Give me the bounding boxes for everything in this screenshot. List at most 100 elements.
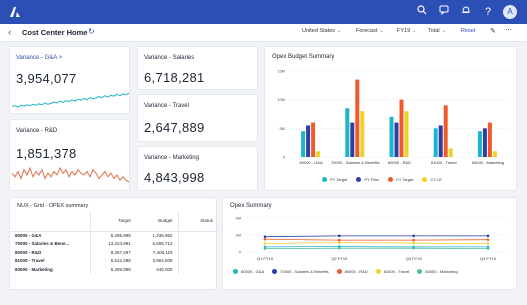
table-row[interactable]: 70000 - Salaries & Bene... 13,224,991 6,…: [10, 239, 218, 249]
kpi-card-variance-marketing[interactable]: Variance - Marketing 4,843,998: [137, 146, 258, 191]
bar: [316, 151, 321, 157]
x-tick-label: Q1 FY19: [257, 256, 274, 261]
data-point: [412, 234, 415, 238]
chart-title: Opex Summary: [230, 203, 272, 209]
cell-target[interactable]: 9,257,497: [89, 248, 136, 257]
series-line: [264, 235, 488, 238]
reset-button[interactable]: Reset: [461, 28, 475, 34]
opex-budget-summary-card: Opex Budget Summary 0 5M 10M 15M 60000 - G&A…: [264, 46, 517, 191]
chevron-down-icon: ⌄: [337, 28, 342, 34]
more-options-icon[interactable]: ⋯: [505, 26, 512, 34]
opex-grid-card: NUX - Grid - OPEX summary Target Budget …: [9, 197, 218, 290]
kpi-card-variance-rd[interactable]: Variance - R&D 1,851,378: [9, 119, 130, 191]
cell-budget[interactable]: 3,964,609: [136, 257, 178, 266]
x-tick-label: 83000 - Marketing: [472, 160, 504, 165]
data-point: [338, 241, 341, 244]
cell-target[interactable]: 5,289,998: [89, 265, 136, 274]
filter-country[interactable]: United States ⌄: [302, 28, 341, 34]
bar: [350, 122, 355, 157]
x-tick-label: 81000 - Travel: [431, 160, 457, 165]
legend-dot: [387, 177, 393, 182]
bar: [389, 116, 394, 157]
cell-target[interactable]: 5,285,998: [89, 231, 136, 240]
kpi-card-variance-ga[interactable]: Variance - G&A > 3,954,077: [9, 46, 130, 114]
sparkline-ga: [11, 92, 130, 108]
column-header[interactable]: Target: [89, 211, 136, 232]
bell-icon[interactable]: [459, 5, 473, 19]
legend-item-ga[interactable]: 60000 - G&A: [233, 269, 264, 274]
chevron-down-icon: ⌄: [441, 28, 446, 34]
cell-target[interactable]: 6,612,498: [89, 256, 136, 265]
data-point: [263, 237, 267, 241]
page-header: ‹ Cost Center Home ↻ United States ⌄ Fore…: [0, 24, 527, 42]
column-header: [10, 211, 90, 232]
y-tick-label: 5M: [279, 126, 285, 131]
y-tick-label: 15M: [277, 69, 285, 74]
cell-target[interactable]: 13,224,991: [89, 239, 136, 248]
kpi-value: 4,843,998: [144, 170, 205, 185]
column-header[interactable]: Budget: [135, 211, 178, 232]
data-point: [338, 246, 341, 250]
cell-status[interactable]: [177, 256, 218, 265]
filter-version[interactable]: Forecast ⌄: [356, 28, 384, 34]
filter-total[interactable]: Total ⌄: [428, 28, 446, 34]
chart-title: Opex Budget Summary: [272, 54, 335, 60]
chart-legend: PY Target PY Plan CY Target CY LE: [322, 177, 442, 182]
opex-budget-bar-chart: 0 5M 10M 15M 60000 - G&A 70000 - Salaries & B…: [277, 69, 510, 165]
help-icon[interactable]: ?: [481, 5, 495, 19]
kpi-value: 1,851,378: [16, 146, 77, 161]
kpi-value: 2,647,889: [144, 120, 205, 135]
page-title: Cost Center Home: [22, 28, 88, 37]
cell-budget[interactable]: 1,335,962: [136, 231, 178, 240]
legend-dot: [356, 177, 362, 182]
table-row[interactable]: 80000 - R&D 9,257,497 7,406,119: [10, 248, 218, 257]
chat-icon[interactable]: [437, 5, 451, 19]
legend-item-cy-target[interactable]: CY Target: [387, 177, 413, 182]
refresh-icon[interactable]: ↻: [88, 27, 95, 36]
kpi-value: 3,954,077: [16, 71, 77, 86]
column-header[interactable]: Status: [177, 211, 218, 232]
kpi-card-variance-travel[interactable]: Variance - Travel 2,647,889: [137, 94, 258, 142]
bar: [448, 148, 453, 157]
cell-status[interactable]: [177, 231, 218, 240]
legend-item-marketing[interactable]: 83000 - Marketing: [417, 269, 458, 274]
table-header-row: Target Budget Status: [10, 211, 218, 232]
data-point: [486, 234, 490, 238]
search-icon[interactable]: [415, 5, 429, 19]
x-tick-label: 60000 - G&A: [300, 160, 323, 165]
bar: [355, 79, 360, 157]
legend-dot: [422, 177, 428, 182]
anaplan-logo-icon[interactable]: [8, 5, 22, 19]
cell-status[interactable]: [177, 265, 218, 274]
x-tick-label: Q3 FY19: [406, 256, 423, 261]
legend-item-py-plan[interactable]: PY Plan: [356, 177, 379, 182]
bar: [399, 99, 404, 157]
cell-status[interactable]: [177, 248, 218, 257]
cell-budget[interactable]: 6,506,714: [136, 240, 178, 249]
kpi-title[interactable]: Variance - G&A >: [16, 55, 62, 61]
back-chevron-icon[interactable]: ‹: [8, 27, 11, 38]
cell-budget[interactable]: 7,406,119: [136, 248, 178, 257]
cell-budget[interactable]: 446,000: [136, 265, 178, 274]
legend-item-salaries[interactable]: 70000 - Salaries & Benefits: [272, 269, 329, 274]
cell-status[interactable]: [177, 239, 218, 248]
data-point: [338, 238, 341, 242]
avatar[interactable]: A: [503, 5, 517, 19]
kpi-value: 6,718,281: [144, 70, 205, 85]
edit-icon[interactable]: ✎: [490, 27, 496, 35]
table-row[interactable]: 81000 - Travel 6,612,498 3,964,609: [10, 256, 218, 266]
table-row[interactable]: 83000 - Marketing 5,289,998 446,000: [10, 265, 218, 274]
filter-year[interactable]: FY19 ⌄: [397, 28, 416, 34]
bar: [443, 105, 448, 157]
row-label: 60000 - G&A: [15, 233, 42, 238]
kpi-card-variance-salaries[interactable]: Variance - Salaries 6,718,281: [137, 46, 258, 90]
legend-item-rd[interactable]: 80000 - R&D: [336, 269, 368, 274]
legend-item-py-target[interactable]: PY Target: [322, 177, 347, 182]
x-tick-label: Q2 FY19: [331, 256, 348, 261]
x-tick-label: 80000 - R&D: [388, 160, 411, 165]
bar: [404, 111, 409, 157]
legend-item-cy-le[interactable]: CY LE: [422, 177, 442, 182]
bar: [487, 122, 492, 157]
legend-item-travel[interactable]: 81000 - Travel: [375, 269, 409, 274]
table-row[interactable]: 60000 - G&A 5,285,998 1,335,962: [10, 231, 218, 240]
